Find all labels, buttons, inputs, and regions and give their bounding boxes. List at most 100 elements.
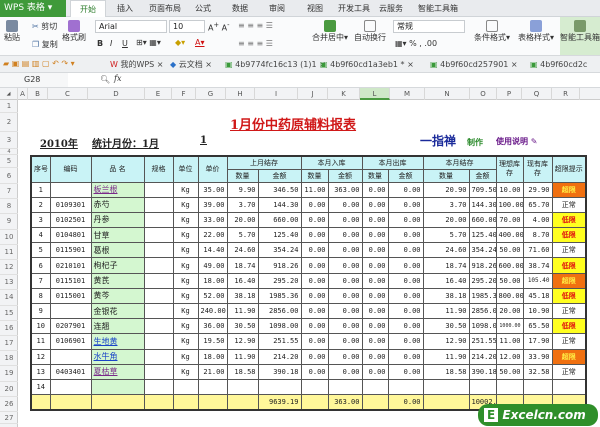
- cell-code[interactable]: 0115101: [49, 272, 92, 289]
- cell-spec[interactable]: [143, 333, 174, 350]
- cell-in-amt[interactable]: 0.00: [327, 196, 363, 213]
- cell-current[interactable]: 71.60: [522, 242, 553, 259]
- cell-prev-amt[interactable]: 918.26: [257, 257, 302, 274]
- cell-code[interactable]: 0403401: [49, 363, 92, 380]
- cell-prev-qty[interactable]: 24.60: [226, 242, 259, 259]
- cell-name[interactable]: 板兰根: [90, 181, 145, 198]
- cell-code[interactable]: [49, 181, 92, 198]
- cell-out-qty[interactable]: 0.00: [361, 242, 389, 259]
- ribbon-tab-1[interactable]: 插入: [110, 0, 140, 17]
- cell-end-amt[interactable]: 918.26: [468, 257, 497, 274]
- cell-price[interactable]: 18.00: [197, 272, 228, 289]
- cell-code[interactable]: 0115901: [49, 242, 92, 259]
- ribbon-tab-0[interactable]: 开始: [70, 0, 106, 17]
- cell-prev-qty[interactable]: 20.00: [226, 211, 259, 229]
- cell-ideal[interactable]: 12.00: [495, 348, 524, 365]
- total-out-amt[interactable]: 0.00: [387, 394, 424, 411]
- cell-prev-qty[interactable]: [226, 378, 259, 396]
- column-header-E[interactable]: E: [145, 88, 172, 100]
- cell-prev-amt[interactable]: 214.20: [257, 348, 302, 365]
- cut-button[interactable]: ✂ 剪切: [32, 21, 57, 32]
- zoom-icon[interactable]: 🔍︎: [100, 75, 110, 84]
- cell-alert[interactable]: 低限: [551, 318, 587, 335]
- cell-unit[interactable]: Kg: [172, 363, 199, 380]
- ribbon-tab-7[interactable]: 开发工具: [335, 0, 373, 17]
- document-tab[interactable]: ▣ 4b9774fc16c13 (1)1 ×: [225, 56, 326, 73]
- cell-out-qty[interactable]: 0.00: [361, 318, 389, 335]
- cell-in-qty[interactable]: 0.00: [300, 211, 329, 229]
- cell-prev-qty[interactable]: 38.18: [226, 287, 259, 305]
- cell-prev-qty[interactable]: 18.74: [226, 257, 259, 274]
- row-header-20[interactable]: 20: [0, 382, 18, 397]
- cell-current[interactable]: [522, 378, 553, 396]
- cell-in-amt[interactable]: 0.00: [327, 287, 363, 305]
- row-header-2[interactable]: 2: [0, 113, 18, 132]
- total-end-qty[interactable]: [422, 394, 470, 411]
- row-header-10[interactable]: 10: [0, 230, 18, 245]
- cell-current[interactable]: 65.70: [522, 196, 553, 213]
- cell-end-amt[interactable]: 125.40: [468, 227, 497, 244]
- total-prev-amt[interactable]: 9639.19: [257, 394, 302, 411]
- cell-in-amt[interactable]: 363.00: [327, 181, 363, 198]
- smart-toolbox-button[interactable]: 智能工具箱: [560, 17, 600, 55]
- cell-prev-amt[interactable]: 1985.36: [257, 287, 302, 305]
- column-header-O[interactable]: O: [470, 88, 497, 100]
- cell-alert[interactable]: 正常: [551, 302, 587, 320]
- cell-seq[interactable]: 11: [30, 333, 51, 350]
- cell-unit[interactable]: Kg: [172, 242, 199, 259]
- cell-in-qty[interactable]: 11.00: [300, 181, 329, 198]
- cell-spec[interactable]: [143, 196, 174, 213]
- cell-out-amt[interactable]: 0.00: [387, 181, 424, 198]
- cell-code[interactable]: 0207901: [49, 318, 92, 335]
- cell-spec[interactable]: [143, 363, 174, 380]
- close-icon[interactable]: ×: [508, 60, 518, 69]
- cell-prev-qty[interactable]: 9.90: [226, 181, 259, 198]
- number-format-select[interactable]: 常规: [393, 20, 465, 33]
- cell-in-amt[interactable]: 0.00: [327, 348, 363, 365]
- cell-prev-amt[interactable]: 346.50: [257, 181, 302, 198]
- cell-out-amt[interactable]: 0.00: [387, 242, 424, 259]
- cell-alert[interactable]: 低限: [551, 227, 587, 244]
- total-unit[interactable]: [172, 394, 199, 411]
- cell-name[interactable]: 丹参: [90, 211, 145, 229]
- cell-current[interactable]: 65.50: [522, 318, 553, 335]
- cell-alert[interactable]: 低限: [551, 287, 587, 305]
- column-header-M[interactable]: M: [390, 88, 425, 100]
- cell-out-amt[interactable]: 0.00: [387, 227, 424, 244]
- ribbon-tab-5[interactable]: 审阅: [262, 0, 292, 17]
- cell-out-amt[interactable]: [387, 378, 424, 396]
- cell-name[interactable]: 夏枯草: [90, 363, 145, 380]
- cell-alert[interactable]: 正常: [551, 363, 587, 380]
- cell-prev-amt[interactable]: 251.55: [257, 333, 302, 350]
- column-header-G[interactable]: G: [196, 88, 226, 100]
- total-code[interactable]: [49, 394, 92, 411]
- cell-seq[interactable]: 14: [30, 378, 51, 396]
- cell-out-amt[interactable]: 0.00: [387, 348, 424, 365]
- column-header-L[interactable]: L: [360, 88, 390, 100]
- cell-price[interactable]: 240.00: [197, 302, 228, 320]
- row-header-14[interactable]: 14: [0, 290, 18, 306]
- row-header-3[interactable]: 3: [0, 132, 18, 149]
- cell-alert[interactable]: 正常: [551, 196, 587, 213]
- cell-seq[interactable]: 4: [30, 227, 51, 244]
- cell-spec[interactable]: [143, 257, 174, 274]
- select-all-corner[interactable]: ◢: [0, 88, 18, 100]
- cell-code[interactable]: 0109301: [49, 196, 92, 213]
- cell-out-qty[interactable]: 0.00: [361, 302, 389, 320]
- cell-price[interactable]: 36.00: [197, 318, 228, 335]
- column-header-I[interactable]: I: [255, 88, 298, 100]
- cell-in-qty[interactable]: 0.00: [300, 302, 329, 320]
- cell-price[interactable]: 22.00: [197, 227, 228, 244]
- document-tab[interactable]: ▣ 4b9f60cd1a3eb1 * ×: [320, 56, 414, 73]
- cell-prev-qty[interactable]: 16.40: [226, 272, 259, 289]
- column-header-B[interactable]: B: [28, 88, 48, 100]
- cell-ideal[interactable]: 20.00: [495, 302, 524, 320]
- font-size-select[interactable]: 10: [169, 20, 205, 33]
- cell-prev-qty[interactable]: 18.58: [226, 363, 259, 380]
- ribbon-tab-3[interactable]: 公式: [188, 0, 218, 17]
- cell-end-qty[interactable]: 24.60: [422, 242, 470, 259]
- cell-alert[interactable]: 超限: [551, 181, 587, 198]
- cell-spec[interactable]: [143, 242, 174, 259]
- column-header-K[interactable]: K: [328, 88, 360, 100]
- cell-in-qty[interactable]: 0.00: [300, 227, 329, 244]
